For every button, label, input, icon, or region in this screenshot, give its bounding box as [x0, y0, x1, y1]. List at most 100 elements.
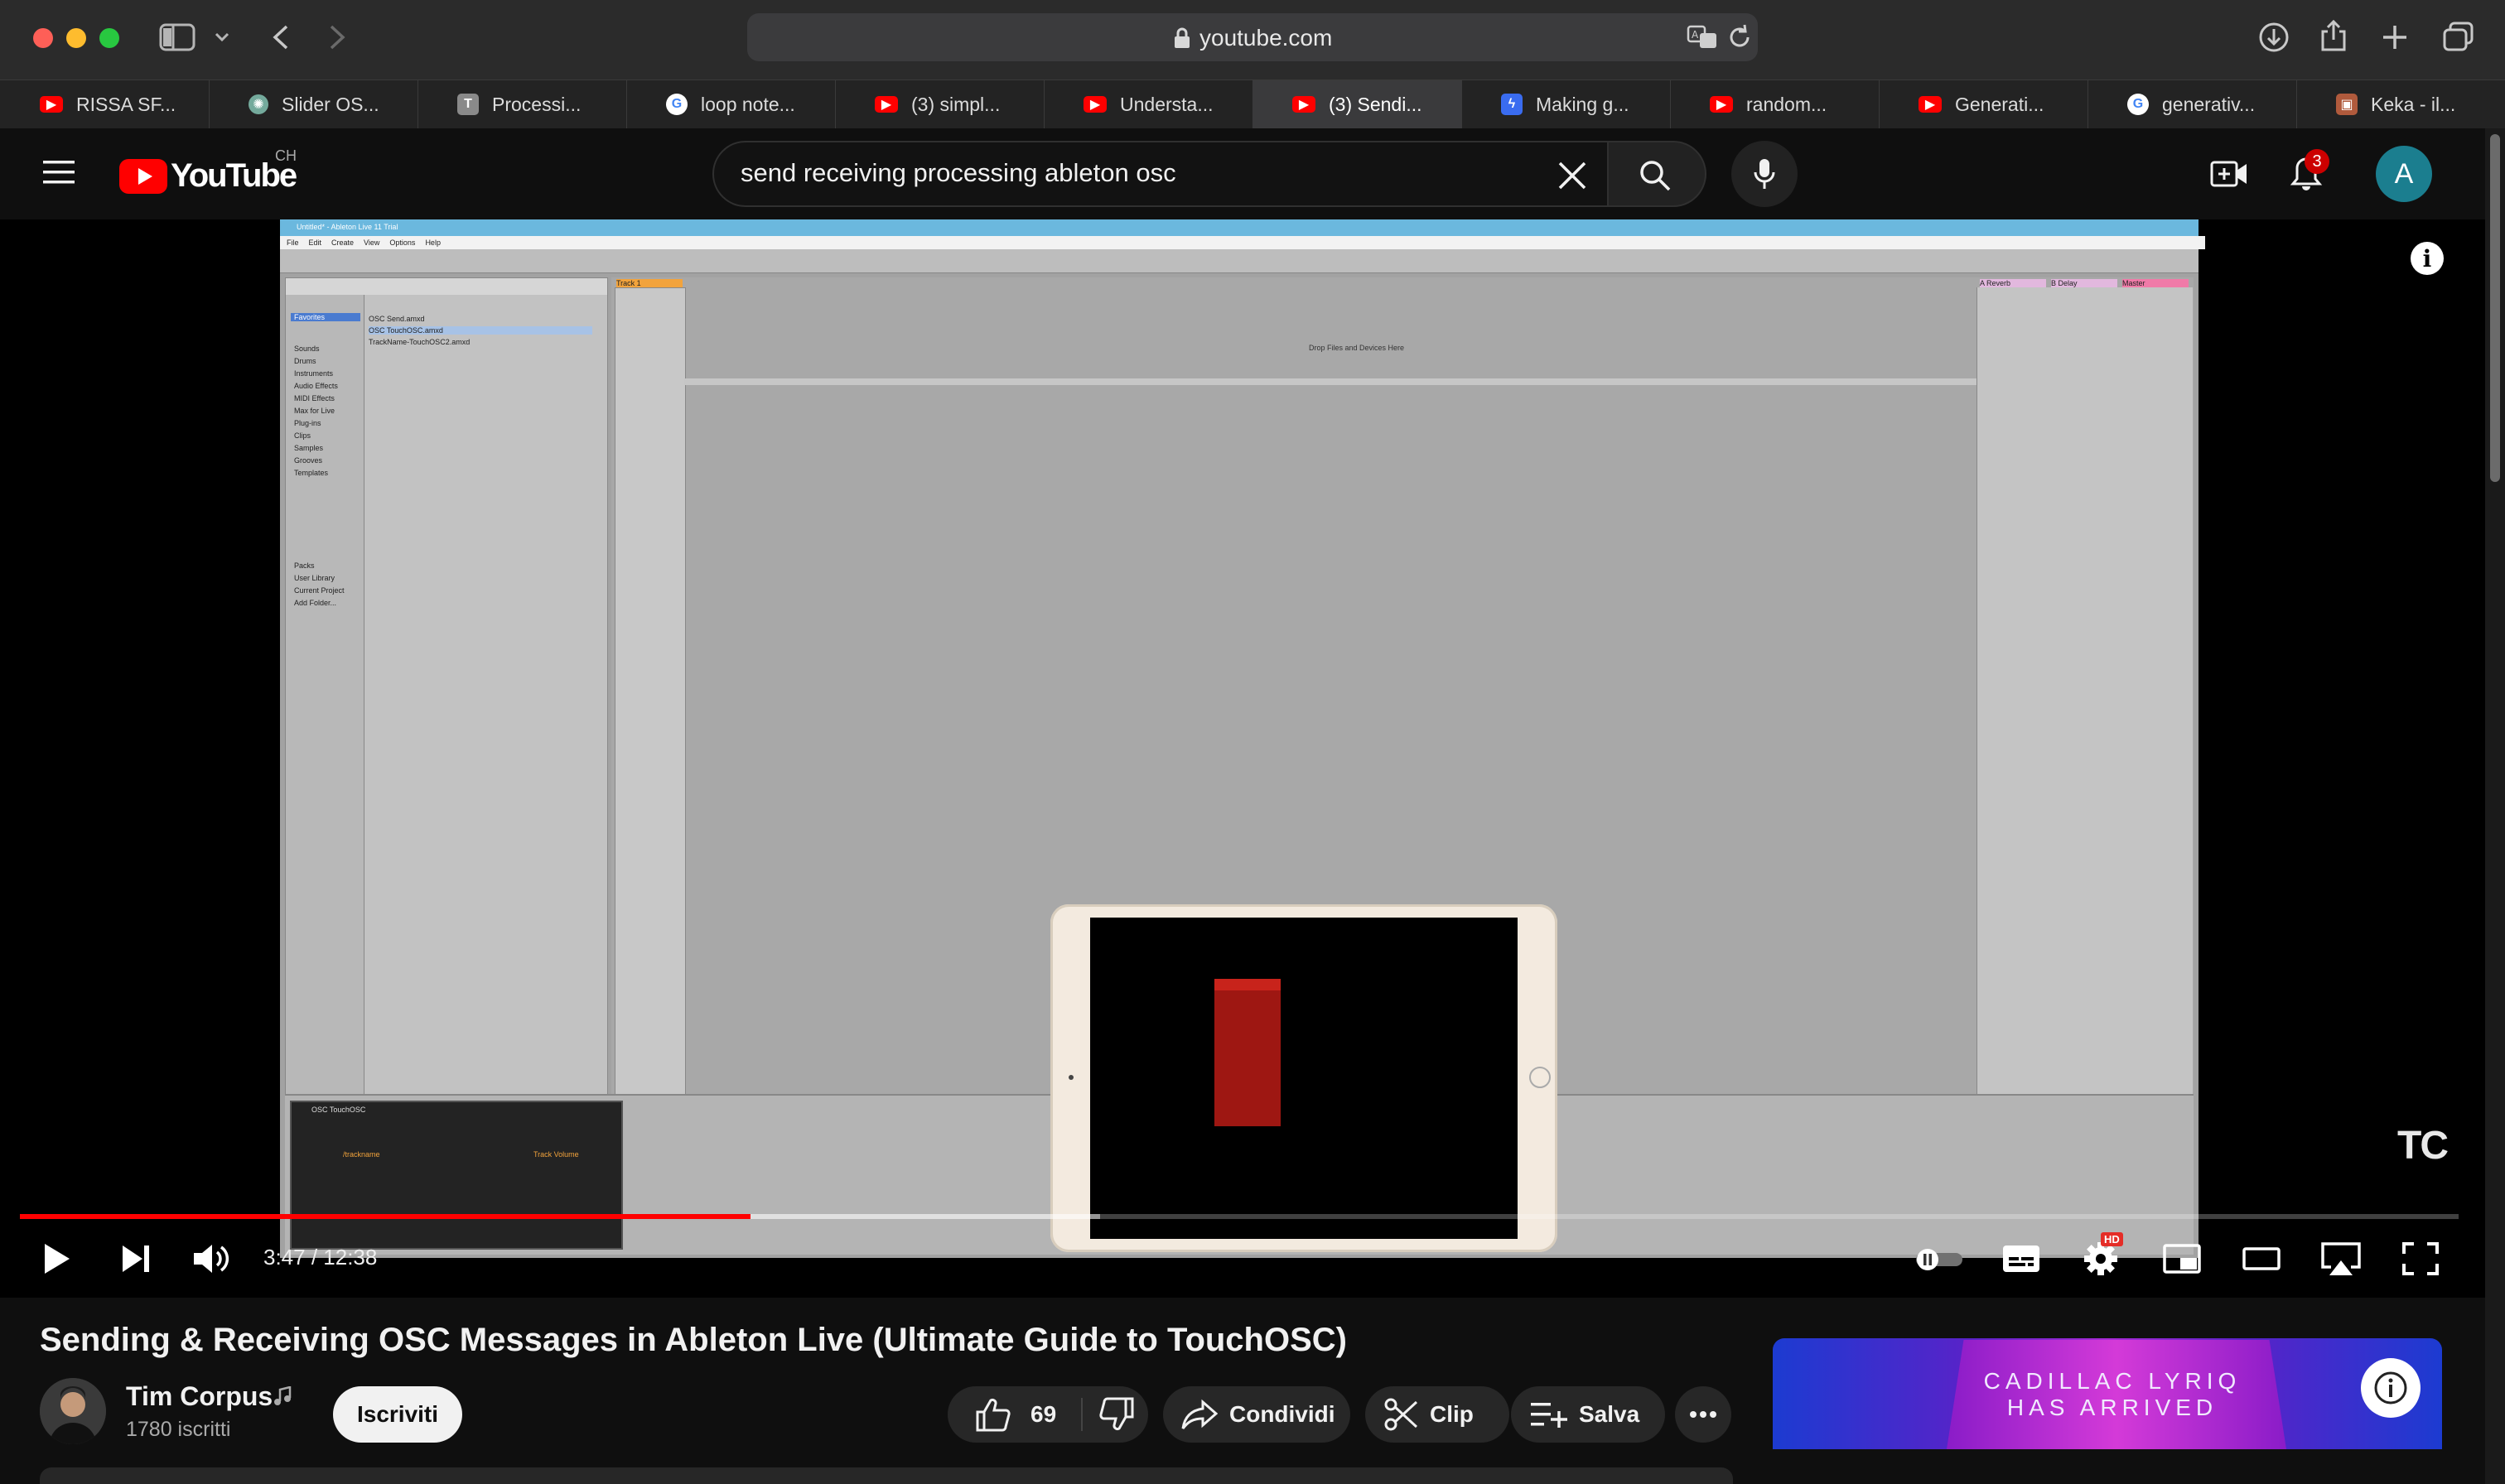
subscribe-button[interactable]: Iscriviti — [333, 1386, 462, 1443]
new-tab-icon[interactable] — [2381, 23, 2409, 51]
tab-overview-icon[interactable] — [2442, 22, 2475, 53]
ableton-title-text: Untitled* - Ableton Live 11 Trial — [297, 223, 398, 231]
more-actions-button[interactable] — [1675, 1386, 1731, 1443]
ableton-place: Add Folder... — [294, 599, 337, 607]
youtube-icon: ▶ — [1292, 96, 1315, 113]
browser-tab[interactable]: ▶ RISSA SF... — [0, 80, 210, 128]
downloads-icon[interactable] — [2258, 22, 2290, 53]
youtube-icon: ▶ — [40, 96, 63, 113]
subtitles-button[interactable] — [1996, 1236, 2046, 1282]
browser-tab[interactable]: ▶ (3) simpl... — [835, 80, 1045, 128]
airplay-button[interactable] — [2316, 1236, 2366, 1282]
info-icon[interactable]: i — [2411, 242, 2444, 275]
clip-button[interactable]: Clip — [1365, 1386, 1509, 1443]
tab-label: Generati... — [1955, 93, 2044, 115]
hd-badge: HD — [2101, 1232, 2123, 1246]
browser-tab[interactable]: ▶ Generati... — [1879, 80, 2088, 128]
clear-search-icon[interactable] — [1557, 161, 1587, 190]
browser-tab[interactable]: ✺ Slider OS... — [209, 80, 418, 128]
browser-tab-active[interactable]: ▶ (3) Sendi... — [1252, 80, 1462, 128]
dislike-button[interactable] — [1099, 1397, 1136, 1432]
ableton-titlebar: Untitled* - Ableton Live 11 Trial — [280, 219, 2199, 236]
autoplay-toggle-icon — [1916, 1249, 1962, 1270]
browser-tab[interactable]: Ggenerativ... — [2088, 80, 2297, 128]
tab-strip: ▶ RISSA SF... ✺ Slider OS... T Processi... … — [0, 80, 2505, 129]
share-button[interactable]: Condividi — [1163, 1386, 1350, 1443]
scissors-icon — [1384, 1398, 1418, 1431]
ableton-browser-panel: Favorites Sounds Drums Instruments Audio… — [285, 277, 608, 1137]
channel-avatar[interactable] — [40, 1378, 106, 1444]
time-display: 3:47 / 12:38 — [263, 1245, 378, 1270]
ableton-category: Templates — [294, 469, 329, 477]
channel-watermark[interactable]: TC — [2397, 1123, 2449, 1168]
channel-name[interactable]: Tim Corpus — [126, 1381, 273, 1412]
ableton-category: Plug-ins — [294, 419, 321, 427]
ableton-selected-scene — [684, 378, 1976, 385]
ableton-returns-area — [1976, 287, 2193, 1132]
music-note-icon — [273, 1386, 292, 1406]
youtube-icon: ▶ — [1919, 96, 1942, 113]
ad-headline-line1: CADILLAC LYRIQ — [1983, 1368, 2242, 1394]
browser-tab[interactable]: Gloop note... — [626, 80, 836, 128]
ableton-return-header: A Reverb — [1980, 279, 2046, 287]
scrollbar-thumb[interactable] — [2490, 134, 2500, 482]
share-arrow-icon — [1181, 1399, 1218, 1429]
miniplayer-button[interactable] — [2157, 1236, 2207, 1282]
like-button[interactable]: 69 — [974, 1397, 1056, 1432]
ableton-category: Grooves — [294, 456, 323, 465]
ableton-collections-pane: Favorites Sounds Drums Instruments Audio… — [286, 295, 364, 1136]
minimize-window-button[interactable] — [66, 28, 86, 48]
sidebar-toggle-icon[interactable] — [159, 23, 195, 51]
lock-icon — [1173, 26, 1191, 50]
fullscreen-button[interactable] — [2396, 1236, 2445, 1282]
share-icon[interactable] — [2319, 18, 2348, 53]
translate-icon[interactable]: A — [1687, 23, 1718, 51]
processing-icon: T — [457, 94, 479, 115]
youtube-icon: ▶ — [1710, 96, 1733, 113]
save-label: Salva — [1579, 1401, 1640, 1427]
next-video-button[interactable] — [111, 1236, 161, 1282]
save-to-playlist-icon — [1531, 1403, 1567, 1428]
browser-tab[interactable]: ▶ Understa... — [1044, 80, 1253, 128]
mute-button[interactable] — [187, 1236, 237, 1282]
tab-label: random... — [1746, 93, 1827, 115]
theater-mode-button[interactable] — [2237, 1236, 2286, 1282]
reload-icon[interactable] — [1726, 23, 1753, 51]
ableton-file: OSC TouchOSC.amxd — [369, 326, 592, 335]
account-avatar[interactable]: A — [2376, 146, 2432, 202]
ableton-device-parameter: Track Volume — [533, 1150, 579, 1159]
chevron-down-icon[interactable] — [214, 30, 230, 45]
browser-tab[interactable]: T Processi... — [418, 80, 627, 128]
tab-label: loop note... — [701, 93, 795, 115]
maximize-window-button[interactable] — [99, 28, 119, 48]
ableton-menu-item: Options — [389, 238, 416, 247]
svg-text:A: A — [1692, 29, 1699, 41]
ipad-home-button — [1529, 1067, 1551, 1088]
ableton-file: TrackName-TouchOSC2.amxd — [369, 338, 471, 346]
tab-label: Keka - il... — [2371, 93, 2456, 115]
browser-tab[interactable]: ▣ Keka - il... — [2296, 80, 2505, 128]
play-button[interactable] — [31, 1236, 81, 1282]
search-query-text: send receiving processing ableton osc — [741, 158, 1176, 187]
touchosc-screen — [1090, 918, 1518, 1239]
info-icon — [2372, 1370, 2409, 1406]
browser-tab[interactable]: ϟ Making g... — [1461, 80, 1671, 128]
youtube-logo[interactable]: YouTube — [119, 157, 297, 195]
youtube-logo-icon — [119, 158, 167, 194]
close-window-button[interactable] — [33, 28, 53, 48]
back-icon[interactable] — [270, 23, 292, 51]
ableton-menu-item: Edit — [308, 238, 322, 247]
autoplay-toggle[interactable] — [1910, 1236, 1968, 1282]
like-dislike-group: 69 — [948, 1386, 1148, 1443]
create-video-icon[interactable] — [2210, 159, 2248, 189]
browser-tab[interactable]: ▶ random... — [1670, 80, 1880, 128]
ableton-category: Max for Live — [294, 407, 335, 415]
divider — [1081, 1398, 1084, 1431]
ableton-place: Current Project — [294, 586, 345, 595]
description-box[interactable] — [40, 1467, 1733, 1484]
forward-icon[interactable] — [326, 23, 348, 51]
youtube-icon: ▶ — [1084, 96, 1107, 113]
airplay-icon — [2321, 1242, 2361, 1275]
menu-icon[interactable] — [43, 159, 76, 186]
save-button[interactable]: Salva — [1511, 1386, 1665, 1443]
